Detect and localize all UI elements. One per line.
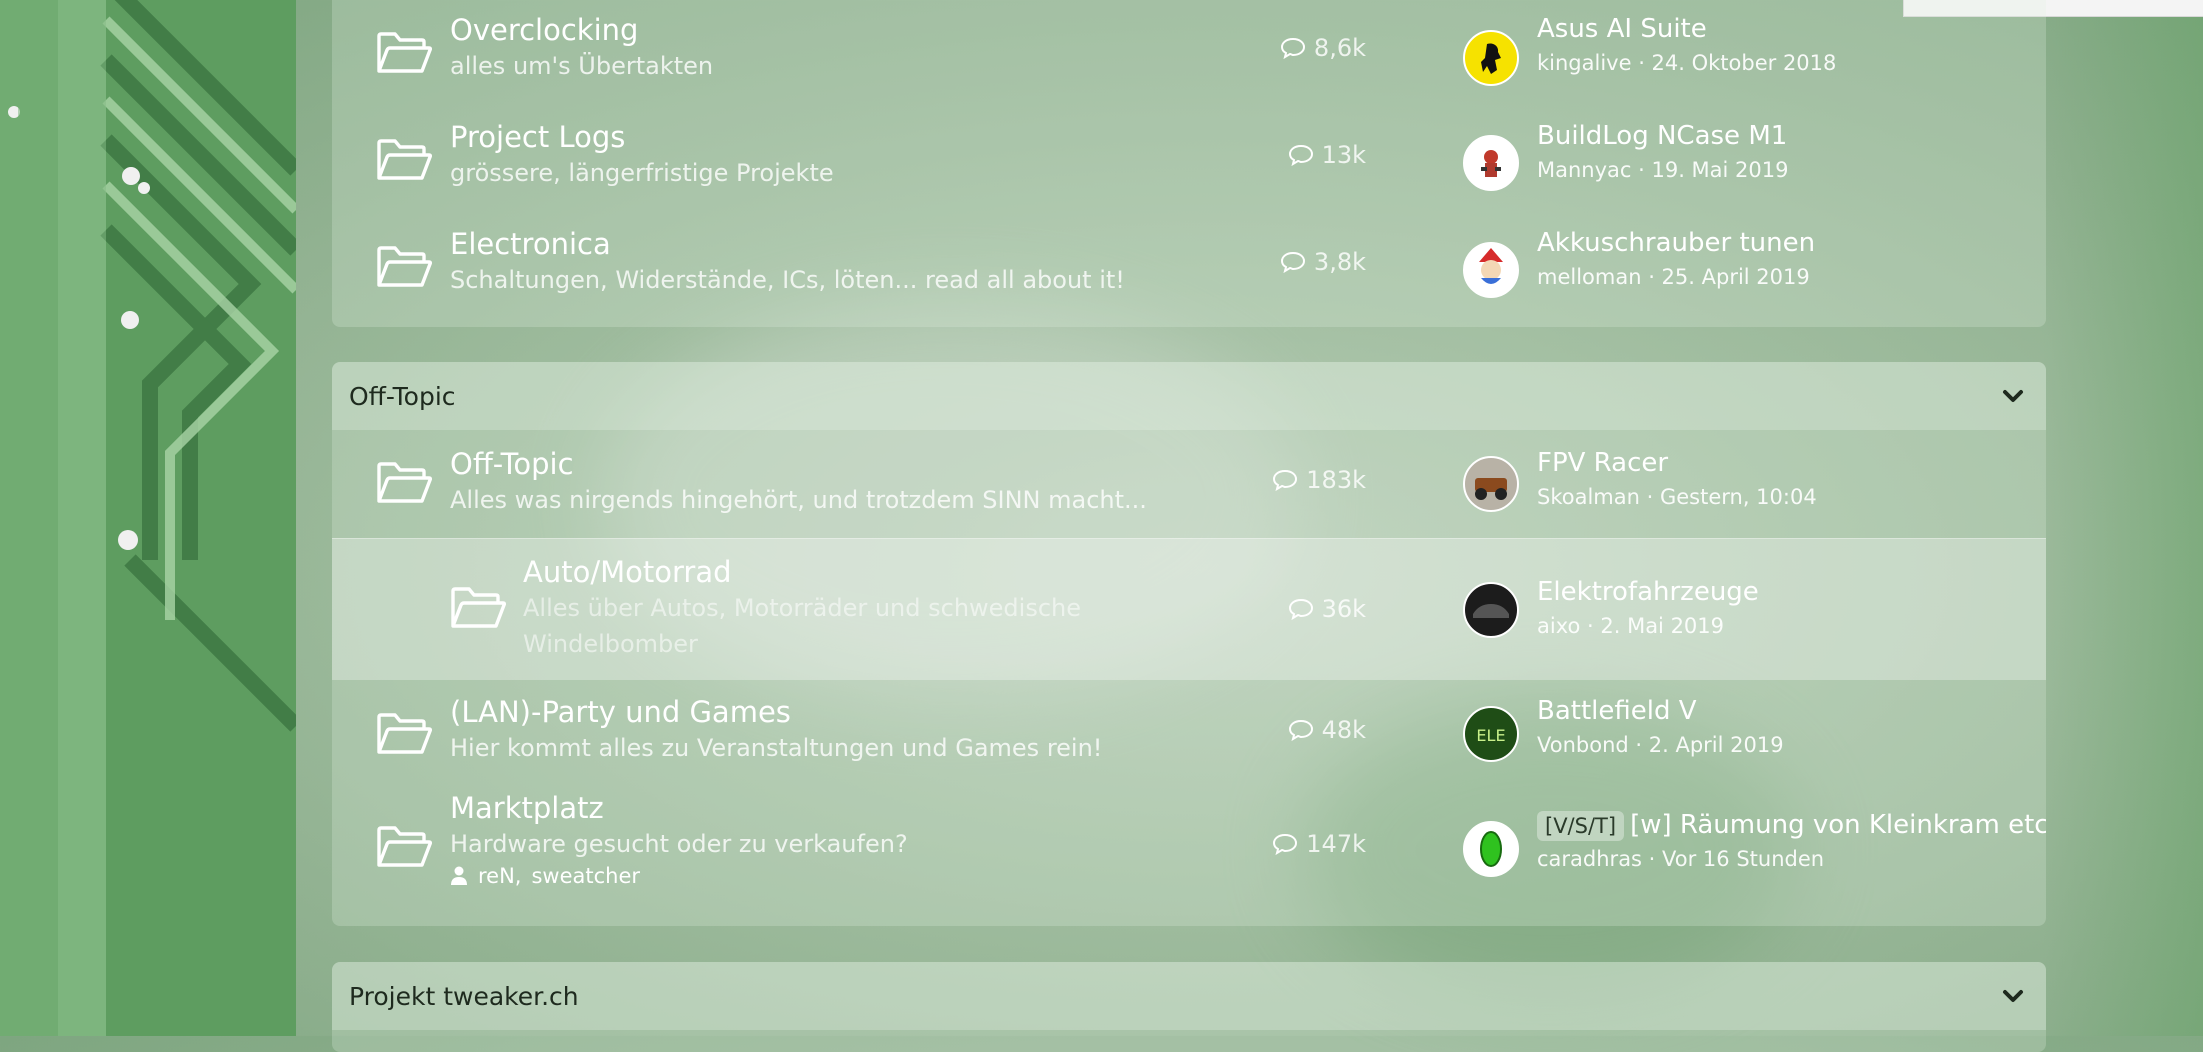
latest-thread-meta[interactable]: kingalive · 24. Oktober 2018 xyxy=(1537,46,1836,80)
forum-title[interactable]: Overclocking xyxy=(450,12,713,48)
forum-title[interactable]: Project Logs xyxy=(450,119,834,155)
chevron-down-icon[interactable] xyxy=(1998,981,2028,1011)
category-header[interactable]: Projekt tweaker.ch xyxy=(332,962,2046,1030)
latest-thread-title[interactable]: Asus AI Suite xyxy=(1537,12,1836,46)
latest-thread-title[interactable]: Battlefield V xyxy=(1537,694,1784,728)
car-avatar[interactable] xyxy=(1463,456,1519,512)
forum-description: Alles über Autos, Motorräder und schwedi… xyxy=(523,594,1082,658)
latest-thread-title[interactable]: [V/S/T] [w] Räumung von Kleinkram etc. xyxy=(1537,808,2046,842)
speech-bubble-icon xyxy=(1288,144,1313,166)
speech-bubble-icon xyxy=(1273,833,1298,855)
latest-thread-title[interactable]: Elektrofahrzeuge xyxy=(1537,575,1759,609)
forum-description: Hardware gesucht oder zu verkaufen? xyxy=(450,830,908,858)
ferrari-avatar[interactable] xyxy=(1463,30,1519,86)
folder-icon xyxy=(377,139,432,180)
background-right xyxy=(2043,0,2203,1036)
speech-bubble-icon xyxy=(1280,251,1305,273)
folder-icon xyxy=(451,587,506,628)
moderator-link[interactable]: reN, xyxy=(478,864,521,888)
forum-title[interactable]: Off-Topic xyxy=(450,446,1147,482)
forum-title[interactable]: Electronica xyxy=(450,226,1125,262)
speech-bubble-icon xyxy=(1280,37,1305,59)
speech-bubble-icon xyxy=(1273,469,1298,491)
category-block-off-topic: Off-Topic Off-Topic Alles was nirgends h… xyxy=(332,362,2046,926)
green-gem-avatar[interactable] xyxy=(1463,821,1519,877)
santa-avatar[interactable] xyxy=(1463,242,1519,298)
chevron-down-icon[interactable] xyxy=(1998,381,2028,411)
moderator-link[interactable]: sweatcher xyxy=(531,864,640,888)
folder-icon xyxy=(377,713,432,754)
svg-text:ELE: ELE xyxy=(1476,726,1505,745)
forum-row[interactable]: Overclocking alles um's Übertakten 8,6k … xyxy=(332,0,2046,107)
speech-bubble-icon xyxy=(1288,598,1313,620)
message-count: 8,6k xyxy=(1280,34,1366,62)
forum-row[interactable]: (LAN)-Party und Games Hier kommt alles z… xyxy=(332,680,2046,786)
latest-thread-meta[interactable]: melloman · 25. April 2019 xyxy=(1537,260,1815,294)
latest-thread-meta[interactable]: Skoalman · Gestern, 10:04 xyxy=(1537,480,1817,514)
forum-title[interactable]: (LAN)-Party und Games xyxy=(450,694,1102,730)
category-block-projekt: Projekt tweaker.ch xyxy=(332,962,2046,1052)
thread-prefix-badge[interactable]: [V/S/T] xyxy=(1537,811,1625,841)
category-block-hardware: Overclocking alles um's Übertakten 8,6k … xyxy=(332,0,2046,327)
forum-title[interactable]: Marktplatz xyxy=(450,790,908,826)
latest-thread-title[interactable]: Akkuschrauber tunen xyxy=(1537,226,1815,260)
forum-row[interactable]: Project Logs grössere, längerfristige Pr… xyxy=(332,107,2046,214)
folder-icon xyxy=(377,462,432,503)
speech-bubble-icon xyxy=(1288,719,1313,741)
forum-title[interactable]: Auto/Motorrad xyxy=(523,554,1083,590)
latest-thread-title[interactable]: FPV Racer xyxy=(1537,446,1817,480)
moderators: reN, sweatcher xyxy=(450,864,908,888)
folder-icon xyxy=(377,32,432,73)
folder-icon xyxy=(377,246,432,287)
forum-row[interactable]: Electronica Schaltungen, Widerstände, IC… xyxy=(332,214,2046,321)
ele-avatar[interactable]: ELE xyxy=(1463,706,1519,762)
forum-row[interactable]: Marktplatz Hardware gesucht oder zu verk… xyxy=(332,786,2046,926)
message-count: 147k xyxy=(1272,830,1366,858)
message-count: 36k xyxy=(1288,595,1366,623)
subforum-row[interactable]: Auto/Motorrad Alles über Autos, Motorräd… xyxy=(332,538,2046,680)
latest-thread-meta[interactable]: aixo · 2. Mai 2019 xyxy=(1537,609,1759,643)
latest-thread-title[interactable]: BuildLog NCase M1 xyxy=(1537,119,1789,153)
forum-description: Alles was nirgends hingehört, und trotzd… xyxy=(450,486,1147,514)
dark-car-avatar[interactable] xyxy=(1463,582,1519,638)
forum-description: grössere, längerfristige Projekte xyxy=(450,159,834,187)
message-count: 48k xyxy=(1288,716,1366,744)
folder-icon xyxy=(377,826,432,867)
category-title[interactable]: Off-Topic xyxy=(349,382,456,411)
forum-description: Hier kommt alles zu Veranstaltungen und … xyxy=(450,734,1103,762)
message-count: 3,8k xyxy=(1280,248,1366,276)
category-title[interactable]: Projekt tweaker.ch xyxy=(349,982,579,1011)
latest-thread-meta[interactable]: Vonbond · 2. April 2019 xyxy=(1537,728,1784,762)
message-count: 13k xyxy=(1288,141,1366,169)
forum-row[interactable]: Off-Topic Alles was nirgends hingehört, … xyxy=(332,430,2046,538)
latest-thread-meta[interactable]: caradhras · Vor 16 Stunden xyxy=(1537,842,2046,876)
background-circuit-board xyxy=(0,0,296,1036)
forum-description: Schaltungen, Widerstände, ICs, löten... … xyxy=(450,266,1125,294)
user-icon xyxy=(451,866,467,885)
latest-thread-meta[interactable]: Mannyac · 19. Mai 2019 xyxy=(1537,153,1789,187)
category-header[interactable]: Off-Topic xyxy=(332,362,2046,430)
cartoon-avatar[interactable] xyxy=(1463,135,1519,191)
message-count: 183k xyxy=(1272,466,1366,494)
forum-description: alles um's Übertakten xyxy=(450,52,714,80)
